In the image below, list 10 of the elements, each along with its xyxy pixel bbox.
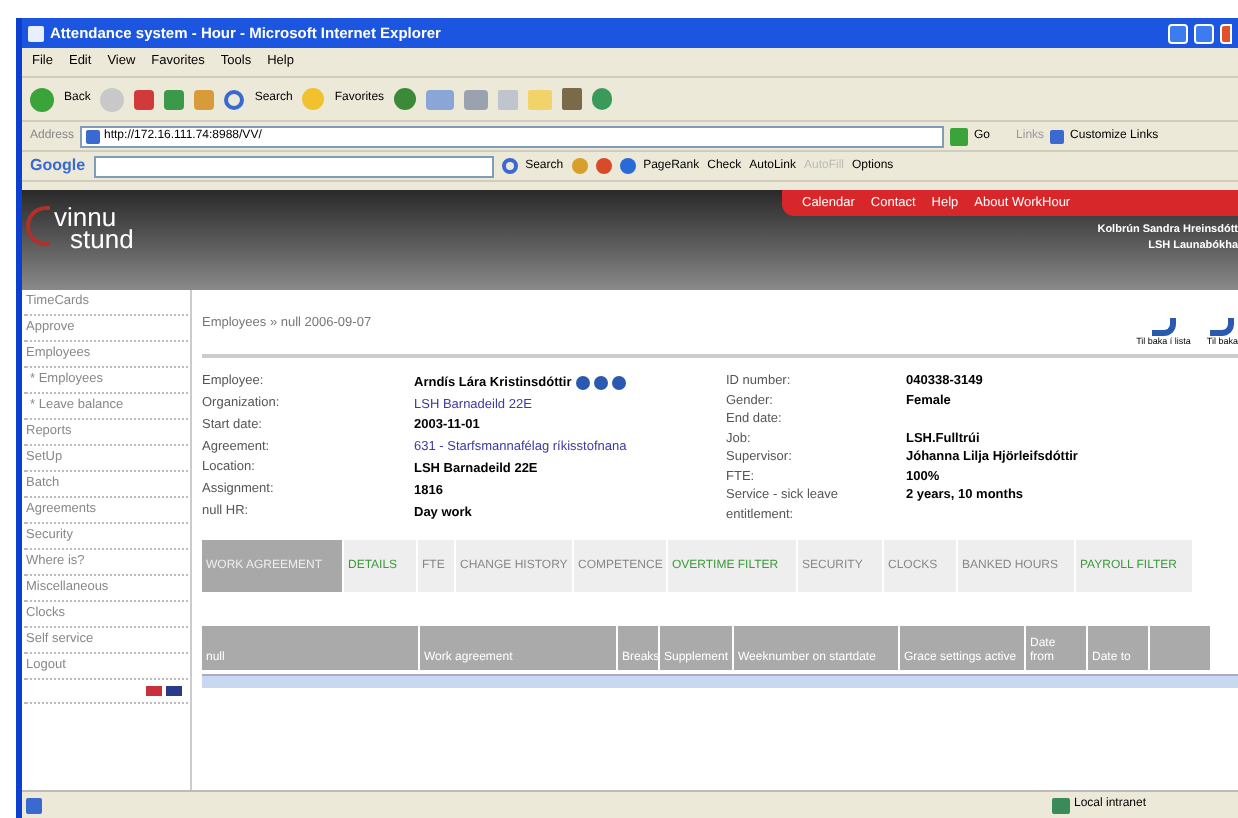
logo: vinnu stund <box>22 190 134 290</box>
google-logo: Google <box>30 154 86 178</box>
close-button[interactable] <box>1220 23 1232 43</box>
search-icon[interactable] <box>224 89 245 109</box>
maximize-button[interactable] <box>1194 23 1214 43</box>
search-icon[interactable] <box>501 158 518 174</box>
google-search-field[interactable] <box>93 155 494 177</box>
minimize-button[interactable] <box>1168 23 1188 43</box>
column-header <box>1150 626 1210 670</box>
horizontal-scrollbar[interactable] <box>202 674 1238 688</box>
